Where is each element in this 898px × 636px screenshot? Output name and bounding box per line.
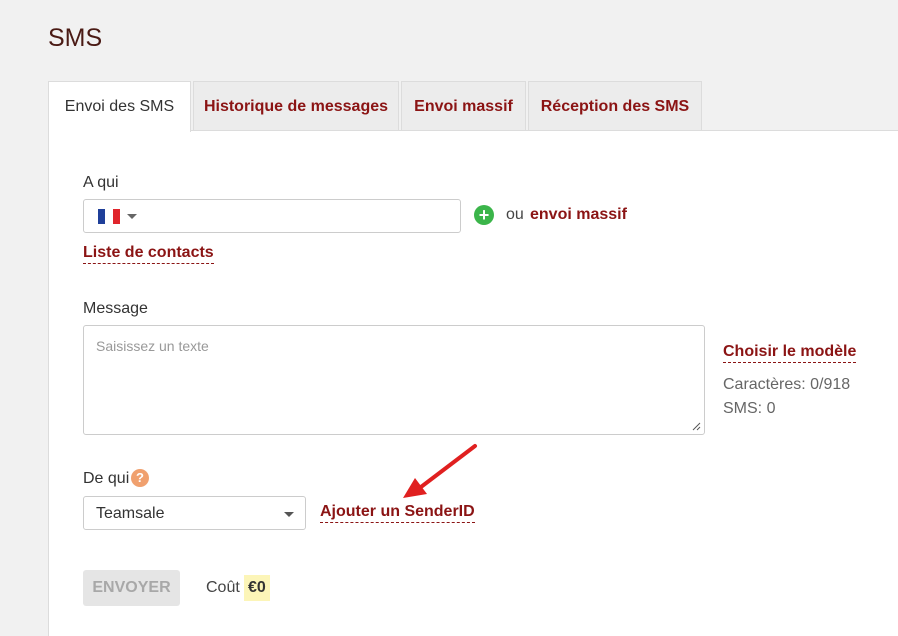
help-icon[interactable]: ? <box>131 469 149 487</box>
contacts-list-link[interactable]: Liste de contacts <box>83 244 214 264</box>
annotation-arrow-icon <box>403 444 477 498</box>
add-recipient-icon[interactable]: + <box>474 205 494 225</box>
message-label: Message <box>83 300 148 317</box>
send-button[interactable]: ENVOYER <box>83 570 180 606</box>
cost-label: Coût <box>206 579 240 596</box>
sender-label: De qui <box>83 470 130 487</box>
chevron-down-icon[interactable] <box>127 214 137 219</box>
tab-send-sms[interactable]: Envoi des SMS <box>48 81 191 132</box>
add-sender-id-link[interactable]: Ajouter un SenderID <box>320 503 475 523</box>
sender-selected-value: Teamsale <box>96 505 165 522</box>
tab-bar: Envoi des SMS Historique de messages Env… <box>48 81 704 132</box>
page-title: SMS <box>48 24 103 52</box>
resize-grip-icon[interactable] <box>692 422 701 431</box>
sender-select[interactable]: Teamsale <box>83 496 306 530</box>
message-textarea[interactable]: Saisissez un texte <box>83 325 705 435</box>
message-placeholder: Saisissez un texte <box>96 338 209 354</box>
or-text: ou <box>506 206 524 223</box>
mass-send-link[interactable]: envoi massif <box>530 206 627 224</box>
character-count: Caractères: 0/918 <box>723 376 851 393</box>
phone-input[interactable] <box>83 199 461 233</box>
recipient-label: A qui <box>83 174 119 191</box>
france-flag-icon[interactable] <box>98 209 120 224</box>
chevron-down-icon <box>284 512 294 517</box>
tab-message-history[interactable]: Historique de messages <box>193 81 399 131</box>
cost-value: €0 <box>244 575 270 601</box>
choose-template-link[interactable]: Choisir le modèle <box>723 343 857 363</box>
tab-sms-reception[interactable]: Réception des SMS <box>528 81 702 131</box>
tab-mass-send[interactable]: Envoi massif <box>401 81 526 131</box>
sms-count: SMS: 0 <box>723 400 776 417</box>
